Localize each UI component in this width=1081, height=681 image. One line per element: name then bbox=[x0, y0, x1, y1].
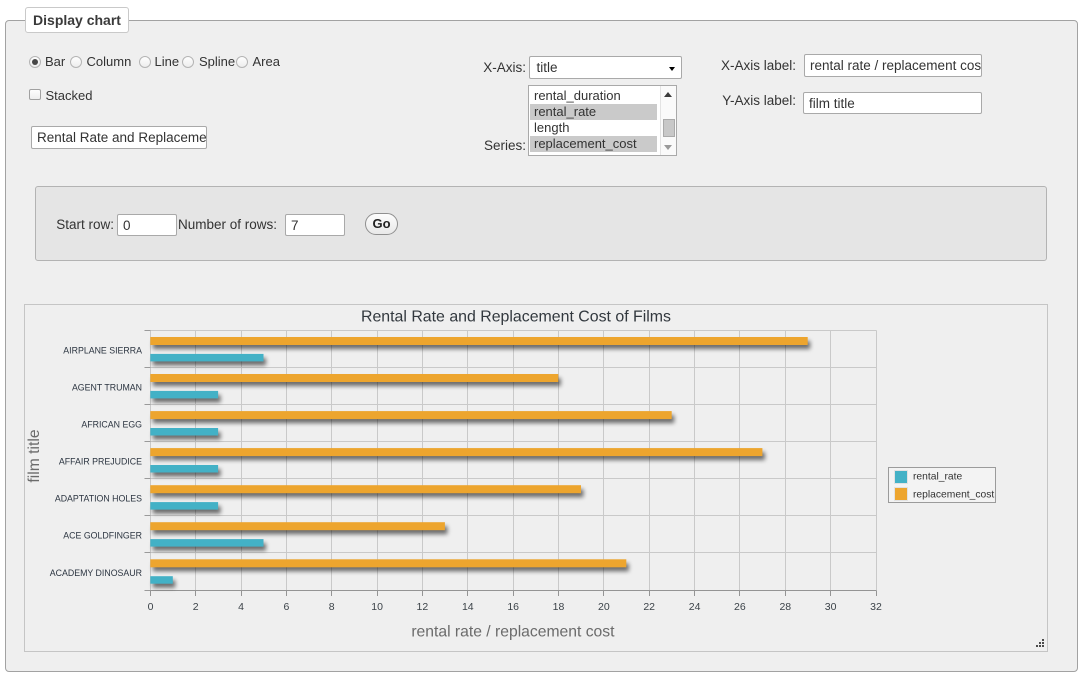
svg-text:8: 8 bbox=[329, 601, 335, 613]
svg-text:10: 10 bbox=[371, 601, 383, 613]
svg-text:6: 6 bbox=[283, 601, 289, 613]
svg-text:12: 12 bbox=[417, 601, 429, 613]
svg-text:rental_rate: rental_rate bbox=[913, 472, 963, 483]
svg-text:film title: film title bbox=[26, 429, 43, 482]
svg-text:24: 24 bbox=[689, 601, 701, 613]
svg-text:22: 22 bbox=[643, 601, 655, 613]
svg-text:30: 30 bbox=[825, 601, 837, 613]
svg-text:ACADEMY DINOSAUR: ACADEMY DINOSAUR bbox=[50, 568, 142, 578]
svg-text:32: 32 bbox=[870, 601, 882, 613]
svg-text:0: 0 bbox=[148, 601, 154, 613]
svg-text:18: 18 bbox=[553, 601, 565, 613]
svg-text:AFFAIR PREJUDICE: AFFAIR PREJUDICE bbox=[59, 457, 142, 467]
svg-text:ACE GOLDFINGER: ACE GOLDFINGER bbox=[63, 531, 142, 541]
svg-text:20: 20 bbox=[598, 601, 610, 613]
svg-text:replacement_cost: replacement_cost bbox=[913, 490, 994, 501]
svg-text:AIRPLANE SIERRA: AIRPLANE SIERRA bbox=[63, 346, 142, 356]
svg-text:Rental Rate and Replacement Co: Rental Rate and Replacement Cost of Film… bbox=[361, 309, 671, 326]
svg-text:14: 14 bbox=[462, 601, 474, 613]
svg-text:4: 4 bbox=[238, 601, 244, 613]
svg-text:ADAPTATION HOLES: ADAPTATION HOLES bbox=[55, 494, 142, 504]
svg-text:16: 16 bbox=[507, 601, 519, 613]
svg-text:26: 26 bbox=[734, 601, 746, 613]
svg-text:AFRICAN EGG: AFRICAN EGG bbox=[81, 420, 142, 430]
svg-text:AGENT TRUMAN: AGENT TRUMAN bbox=[72, 383, 142, 393]
svg-text:2: 2 bbox=[193, 601, 199, 613]
svg-text:28: 28 bbox=[779, 601, 791, 613]
svg-text:rental rate / replacement cost: rental rate / replacement cost bbox=[411, 624, 615, 641]
